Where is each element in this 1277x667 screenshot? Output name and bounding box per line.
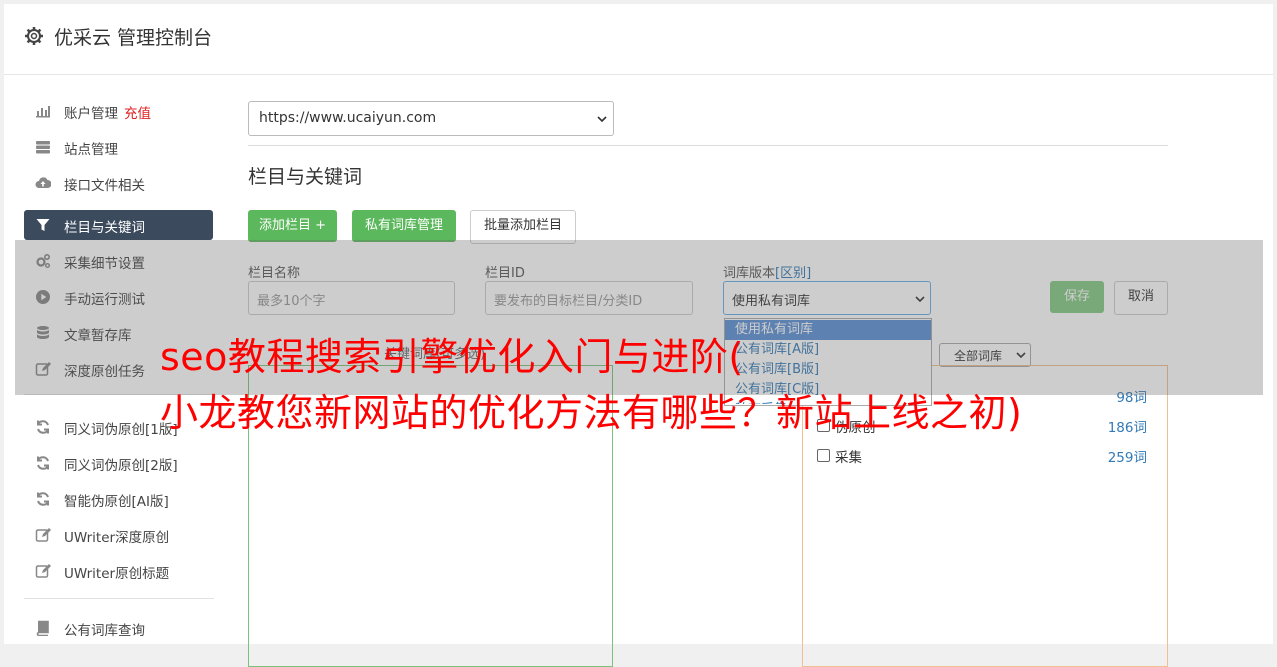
list-item[interactable]: 采集 259词 bbox=[817, 446, 1147, 466]
sidebar-item-sites[interactable]: 站点管理 bbox=[24, 132, 213, 162]
sidebar-item-label: 智能伪原创[AI版] bbox=[64, 494, 169, 510]
sidebar-item-ai-original[interactable]: 智能伪原创[AI版] bbox=[24, 484, 213, 514]
sidebar-item-label: UWriter原创标题 bbox=[64, 566, 170, 582]
gear-icon bbox=[25, 27, 43, 45]
sidebar-item-account[interactable]: 账户管理 充值 bbox=[24, 96, 213, 126]
refresh-icon bbox=[37, 420, 49, 434]
edit-icon bbox=[35, 528, 51, 542]
chevron-down-icon bbox=[597, 116, 607, 122]
sidebar-item-label: 栏目与关键词 bbox=[64, 220, 145, 236]
recharge-link[interactable]: 充值 bbox=[124, 106, 151, 122]
divider bbox=[248, 145, 1168, 146]
filter-icon bbox=[36, 219, 50, 231]
sidebar-item-uwriter-deep[interactable]: UWriter深度原创 bbox=[24, 520, 213, 550]
add-column-button[interactable]: 添加栏目 + bbox=[248, 210, 337, 242]
bar-chart-icon bbox=[36, 106, 50, 118]
sidebar-item-label: 同义词伪原创[2版] bbox=[64, 458, 178, 474]
sidebar-item-label: 站点管理 bbox=[64, 142, 118, 158]
sidebar-item-label: 公有词库查询 bbox=[64, 623, 145, 639]
refresh-icon bbox=[37, 456, 49, 470]
section-title: 栏目与关键词 bbox=[248, 166, 363, 188]
sidebar-item-interface[interactable]: 接口文件相关 bbox=[24, 168, 213, 198]
sidebar-item-label: UWriter深度原创 bbox=[64, 530, 170, 546]
private-library-button[interactable]: 私有词库管理 bbox=[352, 210, 456, 242]
sidebar-item-uwriter-title[interactable]: UWriter原创标题 bbox=[24, 556, 213, 586]
sidebar-item-synonym-2[interactable]: 同义词伪原创[2版] bbox=[24, 448, 213, 478]
sidebar-item-label: 账户管理 bbox=[64, 106, 118, 122]
cloud-upload-icon bbox=[35, 177, 51, 188]
sidebar-item-public-library[interactable]: 公有词库查询 bbox=[24, 613, 213, 643]
site-select[interactable]: https://www.ucaiyun.com bbox=[248, 101, 614, 136]
site-select-value: https://www.ucaiyun.com bbox=[259, 110, 437, 126]
refresh-icon bbox=[37, 492, 49, 506]
keyword-checkbox[interactable] bbox=[817, 449, 830, 462]
edit-icon bbox=[35, 564, 51, 578]
batch-add-button[interactable]: 批量添加栏目 bbox=[470, 210, 576, 244]
server-icon bbox=[36, 141, 50, 154]
page-title: 优采云 管理控制台 bbox=[54, 27, 213, 49]
overlay-caption-line2: 小龙教您新网站的优化方法有哪些？新站上线之初) bbox=[160, 391, 1023, 435]
overlay-caption-line1: seo教程搜索引擎优化入门与进阶( bbox=[160, 335, 744, 379]
sidebar-item-columns[interactable]: 栏目与关键词 bbox=[24, 210, 213, 240]
page-header: 优采云 管理控制台 bbox=[4, 4, 1273, 75]
book-icon bbox=[36, 620, 49, 636]
sidebar-divider bbox=[24, 598, 214, 599]
sidebar-item-label: 接口文件相关 bbox=[64, 178, 145, 194]
